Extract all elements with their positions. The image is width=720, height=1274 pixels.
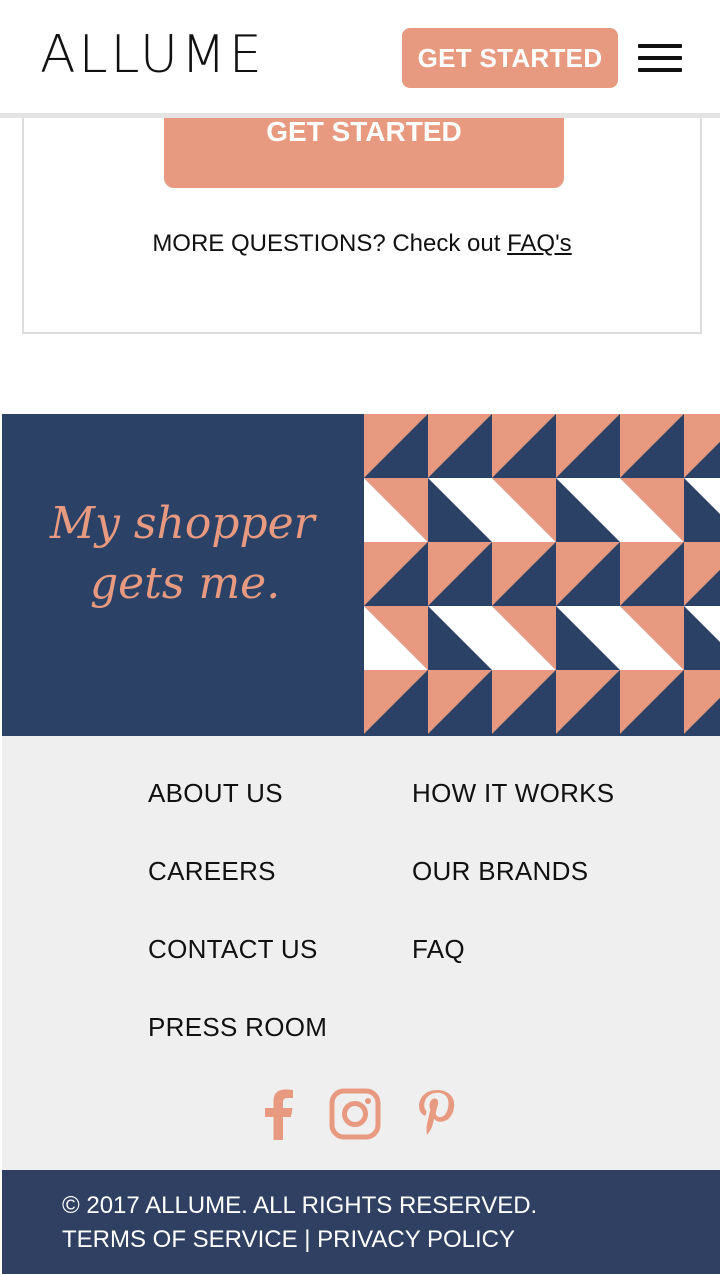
legal-separator: | — [304, 1226, 311, 1253]
promo-banner: My shopper gets me. — [2, 414, 720, 736]
footer-link-press-room[interactable]: PRESS ROOM — [148, 1012, 327, 1043]
footer-link-how-it-works[interactable]: HOW IT WORKS — [412, 778, 614, 809]
footer-link-our-brands[interactable]: OUR BRANDS — [412, 856, 588, 887]
legal-links: TERMS OF SERVICE | PRIVACY POLICY — [62, 1226, 515, 1254]
instagram-icon[interactable] — [329, 1088, 381, 1140]
banner-tagline: My shopper gets me. — [50, 494, 350, 614]
privacy-policy-link[interactable]: PRIVACY POLICY — [317, 1226, 515, 1253]
faq-link[interactable]: FAQ's — [507, 230, 572, 257]
footer-link-about-us[interactable]: ABOUT US — [148, 778, 283, 809]
terms-of-service-link[interactable]: TERMS OF SERVICE — [62, 1226, 298, 1253]
header-get-started-button[interactable]: GET STARTED — [402, 28, 618, 88]
footer-link-faq[interactable]: FAQ — [412, 934, 465, 965]
geometric-pattern — [364, 414, 720, 736]
site-footer: ABOUT US HOW IT WORKS CAREERS OUR BRANDS… — [2, 736, 720, 1170]
tagline-line-1: My shopper — [50, 498, 315, 549]
footer-link-contact-us[interactable]: CONTACT US — [148, 934, 318, 965]
site-header: ALLUME GET STARTED — [0, 0, 720, 118]
footer-link-careers[interactable]: CAREERS — [148, 856, 276, 887]
copyright-bar: © 2017 ALLUME. ALL RIGHTS RESERVED. TERM… — [2, 1170, 720, 1274]
pinterest-icon[interactable] — [416, 1088, 460, 1140]
tagline-line-2: gets me. — [90, 558, 281, 609]
copyright-text: © 2017 ALLUME. ALL RIGHTS RESERVED. — [62, 1192, 538, 1219]
questions-label: MORE QUESTIONS? Check out — [152, 230, 508, 257]
allume-logo[interactable]: ALLUME — [40, 29, 265, 81]
hamburger-menu-icon[interactable] — [638, 42, 682, 74]
more-questions-text: MORE QUESTIONS? Check out FAQ's — [24, 230, 700, 258]
facebook-icon[interactable] — [260, 1088, 296, 1140]
